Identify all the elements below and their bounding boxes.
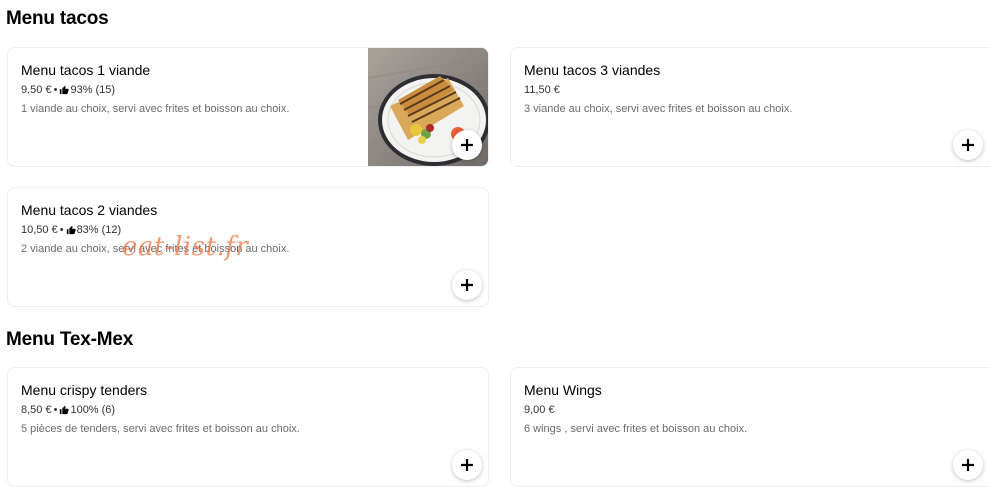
add-item-button[interactable] <box>452 270 482 300</box>
item-meta: 10,50 € • 83% (12) <box>21 222 475 238</box>
item-price: 11,50 € <box>524 84 560 96</box>
item-meta: 9,00 € <box>524 402 986 418</box>
item-name: Menu tacos 2 viandes <box>21 202 158 218</box>
item-rating: 100% (6) <box>70 404 116 416</box>
item-price: 9,00 € <box>524 404 555 416</box>
plus-icon <box>461 459 473 471</box>
menu-item-card-crispy-tenders[interactable]: Menu crispy tenders 8,50 € • 100% (6) 5 … <box>7 367 489 487</box>
menu-item-card-tacos-3-viandes[interactable]: Menu tacos 3 viandes 11,50 € 3 viande au… <box>510 47 989 167</box>
thumbs-up-icon <box>66 225 76 235</box>
plus-icon <box>962 139 974 151</box>
item-price: 9,50 € <box>21 84 52 96</box>
item-name: Menu Wings <box>524 382 602 398</box>
item-name: Menu tacos 3 viandes <box>524 62 661 78</box>
add-item-button[interactable] <box>452 130 482 160</box>
item-meta: 11,50 € <box>524 82 986 98</box>
plus-icon <box>461 139 473 151</box>
item-description: 5 pièces de tenders, servi avec frites e… <box>21 423 300 435</box>
plus-icon <box>461 279 473 291</box>
item-meta: 8,50 € • 100% (6) <box>21 402 475 418</box>
plus-icon <box>962 459 974 471</box>
item-rating: 83% (12) <box>76 224 122 236</box>
section-title-menu-tacos: Menu tacos <box>6 8 109 29</box>
section-title-menu-tex-mex: Menu Tex-Mex <box>6 329 134 350</box>
item-description: 2 viande au choix, servi avec frites et … <box>21 243 290 255</box>
meta-separator: • <box>59 224 64 236</box>
menu-item-card-tacos-1-viande[interactable]: Menu tacos 1 viande 9,50 € • 93% (15) 1 … <box>7 47 489 167</box>
item-description: 6 wings , servi avec frites et boisson a… <box>524 423 748 435</box>
item-name: Menu crispy tenders <box>21 382 148 398</box>
menu-item-card-tacos-2-viandes[interactable]: Menu tacos 2 viandes 10,50 € • 83% (12) … <box>7 187 489 307</box>
item-price: 8,50 € <box>21 404 52 416</box>
menu-item-card-wings[interactable]: Menu Wings 9,00 € 6 wings , servi avec f… <box>510 367 989 487</box>
add-item-button[interactable] <box>953 130 983 160</box>
add-item-button[interactable] <box>953 450 983 480</box>
item-description: 3 viande au choix, servi avec frites et … <box>524 103 793 115</box>
add-item-button[interactable] <box>452 450 482 480</box>
item-price: 10,50 € <box>21 224 58 236</box>
thumbs-up-icon <box>60 405 70 415</box>
item-rating: 93% (15) <box>70 84 116 96</box>
meta-separator: • <box>53 84 58 96</box>
meta-separator: • <box>53 404 58 416</box>
thumbs-up-icon <box>60 85 70 95</box>
